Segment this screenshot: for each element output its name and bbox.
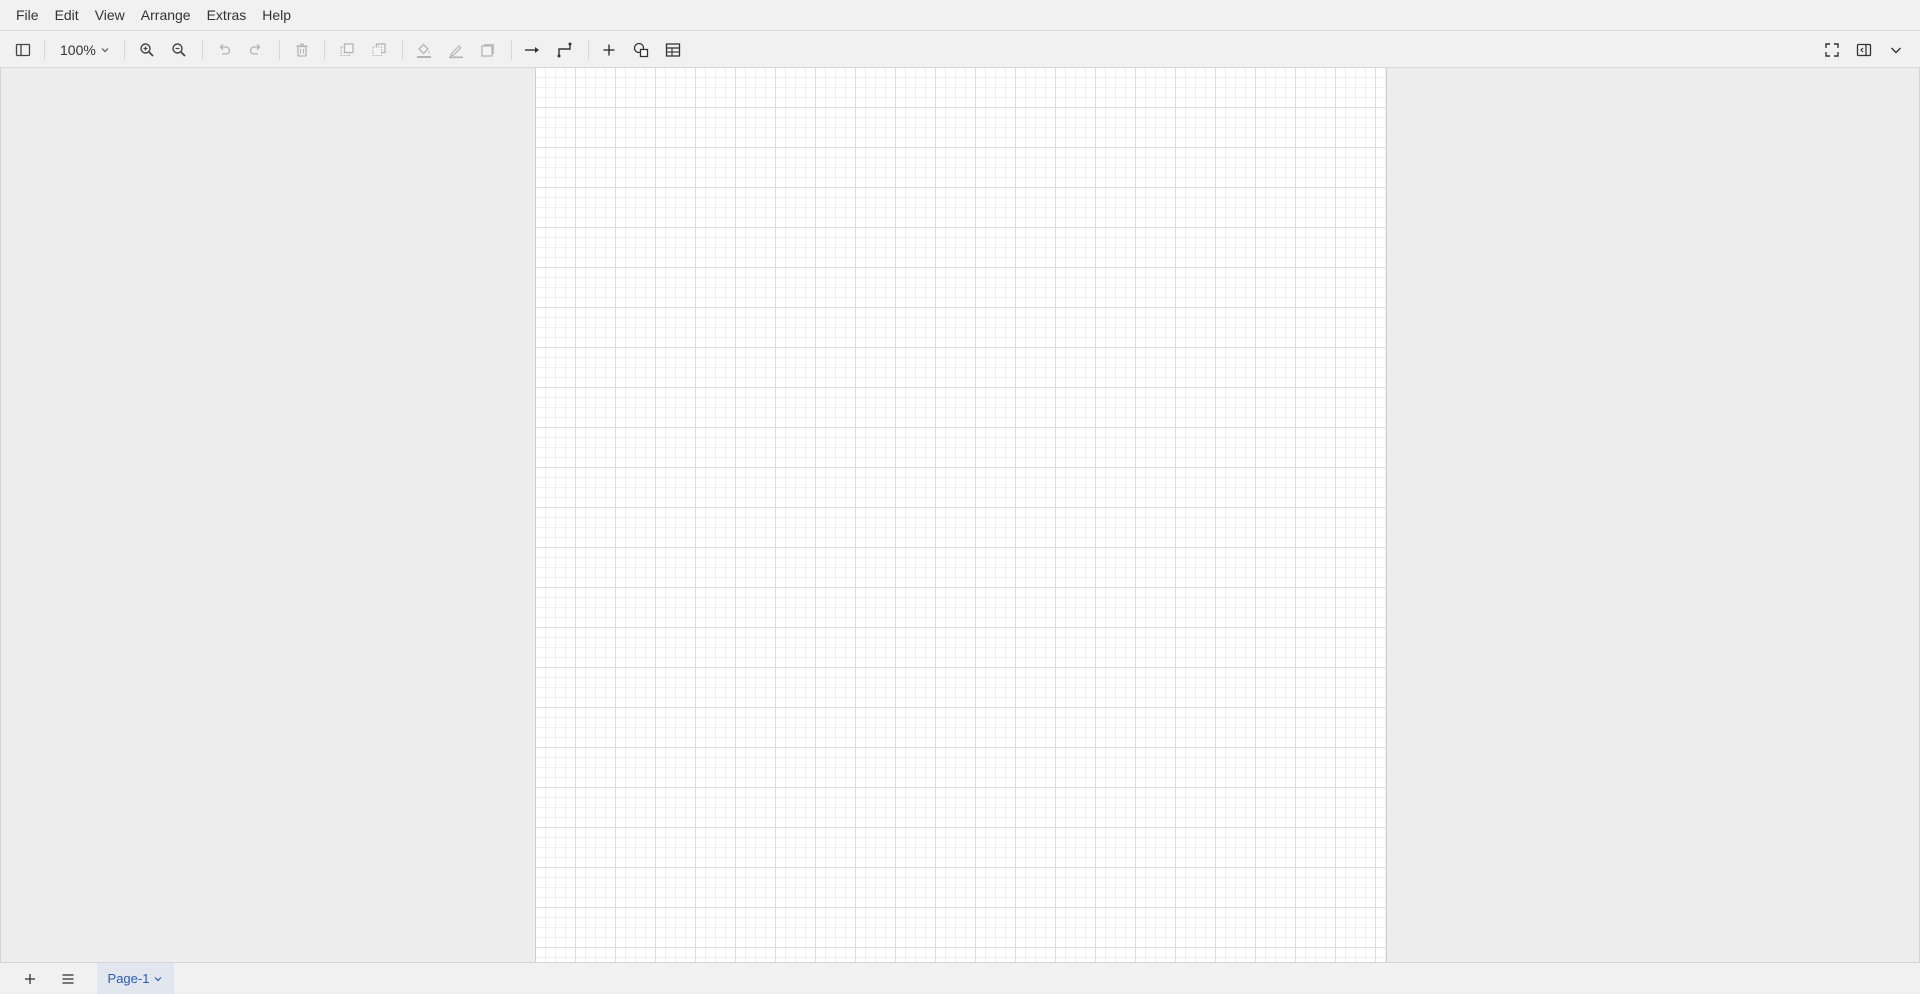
undo-icon (219, 44, 231, 55)
fill-color-icon (417, 43, 431, 58)
format-panel-button[interactable] (1851, 37, 1877, 63)
connection-button[interactable] (519, 37, 545, 63)
menu-extras[interactable]: Extras (199, 3, 255, 27)
line-color-icon (449, 45, 463, 59)
toolbar-divider (44, 40, 45, 60)
toolbar-divider (202, 40, 203, 60)
delete-button[interactable] (289, 37, 315, 63)
plus-icon (603, 44, 615, 56)
undo-button[interactable] (211, 37, 237, 63)
insert-button[interactable] (596, 37, 622, 63)
toolbar-divider (402, 40, 403, 60)
table-button[interactable] (660, 37, 686, 63)
shadow-button[interactable] (475, 37, 501, 63)
shadow-icon (481, 44, 494, 57)
connection-arrow-icon (525, 47, 539, 53)
redo-icon (249, 44, 261, 55)
plus-icon (25, 974, 35, 984)
diagram-canvas[interactable] (0, 68, 1920, 962)
menu-icon (62, 974, 74, 984)
line-color-button[interactable] (443, 37, 469, 63)
toggle-sidebar-button[interactable] (10, 37, 36, 63)
toolbar-divider (511, 40, 512, 60)
menu-edit[interactable]: Edit (47, 3, 87, 27)
zoom-out-button[interactable] (166, 37, 192, 63)
page-tab-label: Page-1 (107, 971, 150, 986)
collapse-toolbar-button[interactable] (1883, 37, 1909, 63)
add-page-button[interactable] (17, 966, 43, 992)
redo-button[interactable] (243, 37, 269, 63)
zoom-out-icon (172, 43, 186, 57)
toolbar-divider (279, 40, 280, 60)
to-back-icon (372, 43, 386, 57)
menu-file[interactable]: File (8, 3, 47, 27)
to-front-button[interactable] (334, 37, 360, 63)
shapes-button[interactable] (628, 37, 654, 63)
zoom-value: 100% (60, 42, 96, 58)
to-front-icon (340, 43, 354, 57)
toolbar: 100% (0, 30, 1920, 68)
zoom-in-icon (140, 43, 154, 57)
chevron-down-icon (100, 45, 110, 55)
menu-help[interactable]: Help (254, 3, 299, 27)
chevron-down-icon (1891, 47, 1901, 54)
zoom-dropdown[interactable]: 100% (52, 37, 114, 63)
fullscreen-icon (1825, 43, 1839, 57)
format-panel-icon (1856, 43, 1872, 57)
shapes-icon (633, 42, 649, 58)
menubar: File Edit View Arrange Extras Help (0, 0, 1920, 30)
table-icon (665, 43, 681, 57)
diagram-page[interactable] (535, 68, 1387, 962)
page-tabs-bar: Page-1 (0, 962, 1920, 994)
pages-menu-button[interactable] (55, 966, 81, 992)
waypoints-icon (557, 42, 572, 58)
trash-icon (296, 43, 308, 57)
toolbar-divider (324, 40, 325, 60)
toolbar-divider (124, 40, 125, 60)
sidebar-toggle-icon (15, 43, 31, 57)
menu-arrange[interactable]: Arrange (133, 3, 199, 27)
chevron-down-icon (153, 974, 163, 984)
zoom-in-button[interactable] (134, 37, 160, 63)
to-back-button[interactable] (366, 37, 392, 63)
toolbar-divider (588, 40, 589, 60)
waypoints-button[interactable] (552, 37, 578, 63)
page-tab-1[interactable]: Page-1 (97, 963, 174, 994)
menu-view[interactable]: View (87, 3, 133, 27)
fullscreen-button[interactable] (1819, 37, 1845, 63)
fill-color-button[interactable] (411, 37, 437, 63)
